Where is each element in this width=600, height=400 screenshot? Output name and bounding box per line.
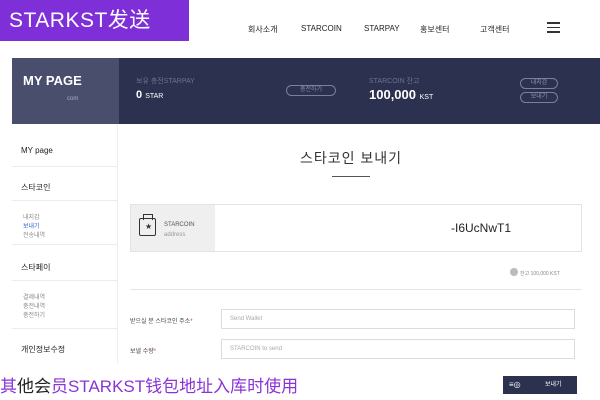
- sidebar-item-charge[interactable]: 충전하기: [23, 310, 45, 319]
- wallet-address-value: -I6UcNwT1: [451, 221, 512, 235]
- amount-label: 보낼 수량*: [130, 346, 156, 355]
- recipient-address-input[interactable]: Send Wallet: [221, 309, 575, 329]
- charge-button[interactable]: 충전하기: [286, 85, 336, 96]
- sidebar-item-starpay[interactable]: 스타페이: [21, 262, 50, 273]
- send-button[interactable]: ≡◎ 보내기: [503, 376, 577, 394]
- amount-label-text: 보낼 수량: [130, 349, 154, 355]
- mypage-banner-left: MY PAGE com: [12, 58, 119, 124]
- sidebar-item-starcoin[interactable]: 스타코인: [21, 182, 50, 193]
- sidebar-divider: [12, 200, 118, 201]
- mypage-banner: MY PAGE com 보유 충전STARPAY 0 STAR 충전하기 STA…: [12, 58, 600, 124]
- nav-item-promotion[interactable]: 홍보센터: [420, 24, 460, 35]
- overlay-title: STARKST发送: [0, 0, 189, 41]
- wallet-balance-icon: [510, 268, 518, 276]
- hamburger-menu-icon[interactable]: [547, 22, 560, 33]
- overlay-caption-part3: 员STARKST钱包地址入库时使用: [51, 377, 299, 396]
- sidebar: MY page 스타코인 내지갑 보내기 전송내역 스타페이 결제내역 충전내역…: [12, 124, 118, 364]
- starcoin-balance-unit: KST: [419, 94, 434, 101]
- sidebar-divider: [12, 280, 118, 281]
- amount-input[interactable]: STARCOIN to send: [221, 339, 575, 359]
- starcoin-balance-label: STARCOIN 잔고: [369, 78, 420, 85]
- sidebar-item-transfer-history[interactable]: 전송내역: [23, 230, 45, 239]
- sidebar-item-send[interactable]: 보내기: [23, 221, 40, 230]
- wallet-address-label-area: ★ STARCOIN address: [131, 205, 215, 251]
- my-wallet-button[interactable]: 내지갑: [520, 78, 558, 89]
- starcoin-balance-value: 100,000 KST: [369, 87, 433, 102]
- sidebar-item-mypage[interactable]: MY page: [21, 146, 53, 155]
- sidebar-divider: [12, 244, 118, 245]
- form-divider: [130, 289, 582, 290]
- nav-item-company[interactable]: 회사소개: [248, 24, 288, 35]
- title-underline: [332, 176, 370, 177]
- send-icon: ≡◎: [509, 380, 521, 389]
- sidebar-item-charge-history[interactable]: 충전내역: [23, 301, 45, 310]
- coin-address-label: address: [164, 232, 186, 238]
- overlay-caption: 其他会员STARKST钱包地址入库时使用: [0, 372, 298, 397]
- wallet-address-box: ★ STARCOIN address: [130, 204, 582, 252]
- required-mark: *: [190, 319, 193, 325]
- mypage-title: MY PAGE: [23, 73, 82, 88]
- send-button-label: 보내기: [545, 382, 562, 388]
- nav-item-starcoin[interactable]: STARCOIN: [301, 24, 351, 33]
- starpay-balance-label: 보유 충전STARPAY: [136, 78, 195, 85]
- banner-send-button[interactable]: 보내기: [520, 92, 558, 103]
- recipient-address-label: 받으실 분 스타코인 주소*: [130, 316, 193, 325]
- recipient-address-label-text: 받으실 분 스타코인 주소: [130, 319, 191, 325]
- wallet-icon: ★: [139, 214, 156, 236]
- starpay-balance-unit: STAR: [145, 93, 164, 100]
- sidebar-divider: [12, 328, 118, 329]
- starcoin-balance-number: 100,000: [369, 87, 416, 102]
- sidebar-item-edit-profile[interactable]: 개인정보수정: [21, 344, 65, 355]
- coin-name: STARCOIN: [164, 222, 195, 228]
- overlay-caption-part1: 其: [0, 377, 17, 396]
- starpay-balance-number: 0: [136, 89, 143, 101]
- mypage-subtitle: com: [67, 96, 79, 102]
- required-mark: *: [153, 349, 157, 355]
- sidebar-item-my-wallet[interactable]: 내지갑: [23, 212, 40, 221]
- sidebar-divider: [12, 166, 118, 167]
- page-title: 스타코인 보내기: [300, 150, 403, 166]
- overlay-caption-part2: 他会: [17, 377, 51, 396]
- balance-text: 잔고 100,000 KST: [520, 271, 560, 277]
- starpay-balance-value: 0 STAR: [136, 89, 163, 101]
- nav-item-support[interactable]: 고객센터: [480, 24, 520, 35]
- sidebar-item-payment-history[interactable]: 결제내역: [23, 292, 45, 301]
- nav-item-starpay[interactable]: STARPAY: [364, 24, 404, 33]
